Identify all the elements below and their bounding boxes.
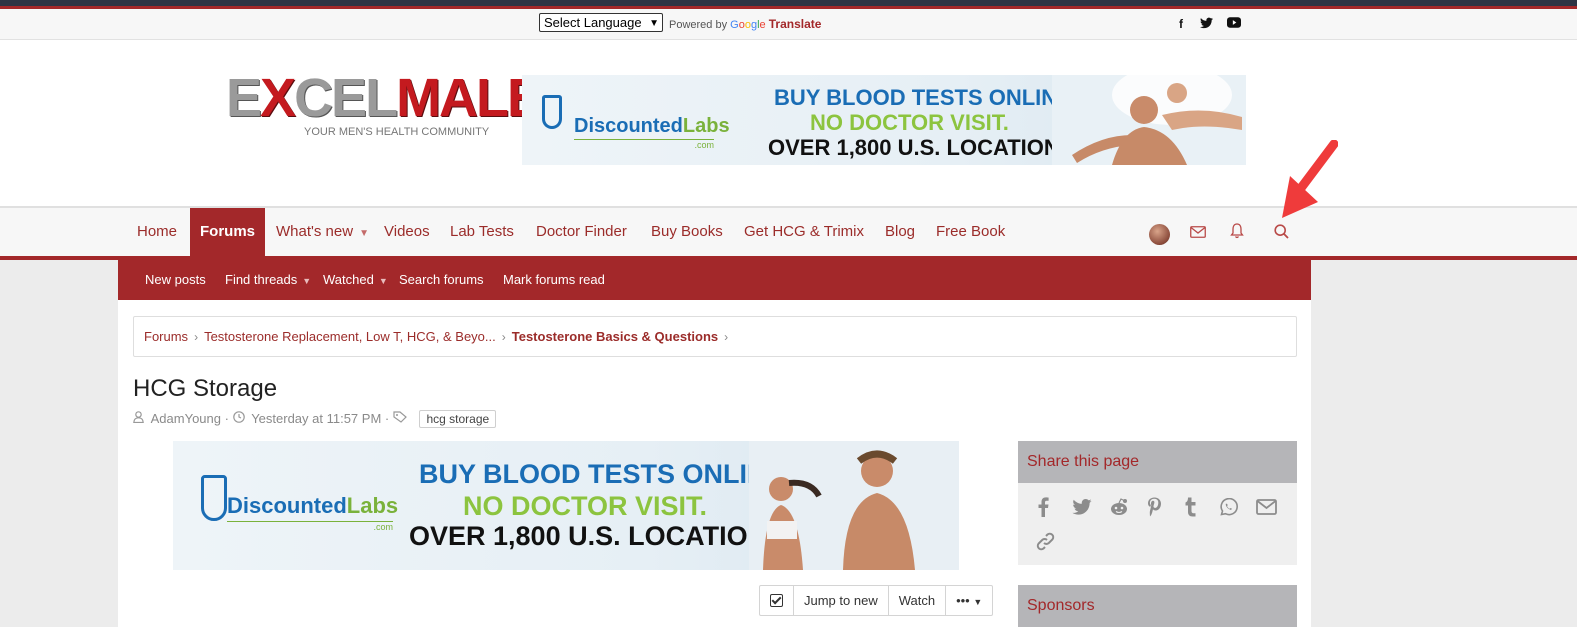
nav-forums[interactable]: Forums bbox=[190, 208, 266, 256]
forum-subnav: New posts Find threads ▼ Watched ▼ Search … bbox=[118, 256, 1311, 300]
logo-tagline: YOUR MEN'S HEALTH COMMUNITY bbox=[304, 126, 490, 138]
ad-line-3: OVER 1,800 U.S. LOCATIONS. bbox=[409, 521, 793, 551]
ad-brand-domain: .com bbox=[227, 521, 393, 532]
flask-icon bbox=[201, 475, 227, 521]
youtube-icon[interactable] bbox=[1227, 17, 1241, 31]
thread-date[interactable]: Yesterday at 11:57 PM bbox=[251, 411, 381, 426]
checkbox-icon bbox=[770, 594, 783, 607]
thread-actions: Jump to new Watch ••• ▼ bbox=[759, 585, 994, 616]
translate-link[interactable]: Translate bbox=[769, 17, 822, 31]
powered-by-google: Powered by Google Translate bbox=[669, 17, 821, 31]
twitter-icon[interactable] bbox=[1072, 499, 1092, 520]
flask-icon bbox=[542, 95, 562, 129]
caret-down-icon[interactable]: ▼ bbox=[359, 228, 369, 239]
more-dots: ••• bbox=[956, 593, 970, 608]
nav-get-hcg-trimix[interactable]: Get HCG & Trimix bbox=[744, 208, 864, 256]
ad-brand: DiscountedLabs bbox=[574, 115, 730, 137]
tumblr-icon[interactable] bbox=[1184, 497, 1197, 522]
email-icon[interactable] bbox=[1256, 499, 1277, 520]
twitter-icon[interactable] bbox=[1200, 17, 1213, 32]
logo-text-male: MALE bbox=[396, 68, 543, 128]
tags-icon bbox=[393, 411, 413, 426]
red-arrow-annotation bbox=[1282, 140, 1338, 218]
watch-button[interactable]: Watch bbox=[889, 586, 947, 615]
subnav-new-posts[interactable]: New posts bbox=[145, 256, 206, 304]
chevron-right-icon: › bbox=[194, 330, 199, 344]
powered-by-label: Powered by bbox=[669, 19, 728, 31]
language-select[interactable]: Select Language ▼ bbox=[539, 13, 663, 32]
site-logo[interactable]: EXCELMALE YOUR MEN'S HEALTH COMMUNITY bbox=[226, 68, 543, 142]
nav-free-book[interactable]: Free Book bbox=[936, 208, 1005, 256]
ad-brand-domain: .com bbox=[574, 139, 714, 150]
thread-tag[interactable]: hcg storage bbox=[419, 410, 497, 428]
subnav-find-threads[interactable]: Find threads ▼ bbox=[225, 256, 311, 305]
google-logo: Google bbox=[730, 19, 766, 31]
ad-brand: DiscountedLabs bbox=[227, 493, 399, 518]
caret-down-icon[interactable]: ▼ bbox=[379, 276, 388, 286]
nav-lab-tests[interactable]: Lab Tests bbox=[450, 208, 514, 256]
breadcrumb-category[interactable]: Testosterone Replacement, Low T, HCG, & … bbox=[204, 329, 496, 344]
breadcrumb: Forums › Testosterone Replacement, Low T, … bbox=[133, 316, 1297, 357]
content-ad-banner[interactable]: DiscountedLabs .com BUY BLOOD TESTS ONLI… bbox=[173, 441, 959, 570]
caret-down-icon: ▼ bbox=[973, 597, 983, 607]
ad-line-1: BUY BLOOD TESTS ONLINE. bbox=[774, 85, 1078, 110]
nav-home[interactable]: Home bbox=[137, 208, 177, 256]
user-avatar[interactable] bbox=[1149, 224, 1170, 245]
subnav-watched[interactable]: Watched ▼ bbox=[323, 256, 388, 305]
nav-doctor-finder[interactable]: Doctor Finder bbox=[536, 208, 627, 256]
thread-meta: AdamYoung · Yesterday at 11:57 PM · hcg … bbox=[133, 410, 497, 428]
nav-whats-new[interactable]: What's new ▼ bbox=[276, 208, 369, 256]
subnav-mark-forums-read[interactable]: Mark forums read bbox=[503, 256, 605, 304]
subnav-search-forums[interactable]: Search forums bbox=[399, 256, 484, 304]
thread-title: HCG Storage bbox=[133, 375, 278, 402]
ad-line-2: NO DOCTOR VISIT. bbox=[810, 110, 1009, 135]
whatsapp-icon[interactable] bbox=[1219, 497, 1238, 522]
reddit-icon[interactable] bbox=[1109, 498, 1129, 521]
translate-bar: Select Language ▼ Powered by Google Tran… bbox=[0, 9, 1577, 40]
pinterest-icon[interactable] bbox=[1147, 497, 1162, 522]
search-icon[interactable] bbox=[1274, 224, 1289, 243]
user-icon bbox=[133, 411, 148, 426]
clock-icon bbox=[232, 411, 249, 426]
breadcrumb-subforum[interactable]: Testosterone Basics & Questions bbox=[512, 329, 718, 344]
thread-author[interactable]: AdamYoung bbox=[151, 411, 221, 426]
logo-letter-e: E bbox=[226, 68, 262, 128]
chevron-down-icon: ▼ bbox=[649, 18, 659, 29]
ad-line-3: OVER 1,800 U.S. LOCATIONS. bbox=[768, 135, 1081, 160]
ad-photo-couple bbox=[1052, 75, 1246, 165]
share-buttons bbox=[1018, 483, 1297, 565]
facebook-icon[interactable] bbox=[1038, 497, 1049, 522]
sponsors-title: Sponsors bbox=[1018, 585, 1297, 627]
ad-line-2: NO DOCTOR VISIT. bbox=[463, 491, 708, 521]
caret-down-icon[interactable]: ▼ bbox=[302, 276, 311, 286]
share-title: Share this page bbox=[1018, 441, 1297, 483]
chevron-right-icon: › bbox=[501, 330, 506, 344]
breadcrumb-forums[interactable]: Forums bbox=[144, 329, 188, 344]
jump-to-new-button[interactable]: Jump to new bbox=[794, 586, 889, 615]
inbox-icon[interactable] bbox=[1190, 225, 1206, 242]
sponsors-block: Sponsors bbox=[1018, 585, 1297, 627]
language-select-label: Select Language bbox=[544, 15, 642, 30]
nav-blog[interactable]: Blog bbox=[885, 208, 915, 256]
select-thread-button[interactable] bbox=[760, 586, 794, 615]
facebook-icon[interactable]: f bbox=[1179, 17, 1183, 31]
header-ad-banner[interactable]: DiscountedLabs .com BUY BLOOD TESTS ONLI… bbox=[522, 75, 1246, 165]
subnav-find-threads-label: Find threads bbox=[225, 272, 298, 287]
nav-whats-new-label: What's new bbox=[276, 223, 354, 240]
logo-letter-x: X bbox=[260, 68, 296, 128]
bell-icon[interactable] bbox=[1230, 223, 1244, 243]
ad-line-1: BUY BLOOD TESTS ONLINE. bbox=[419, 459, 793, 489]
nav-videos[interactable]: Videos bbox=[384, 208, 430, 256]
more-options-button[interactable]: ••• ▼ bbox=[946, 586, 992, 615]
top-strip bbox=[0, 0, 1577, 9]
nav-buy-books[interactable]: Buy Books bbox=[651, 208, 723, 256]
main-navigation: Home Forums What's new ▼ Videos Lab Tests… bbox=[0, 206, 1577, 260]
share-block: Share this page bbox=[1018, 441, 1297, 565]
subnav-watched-label: Watched bbox=[323, 272, 374, 287]
link-icon[interactable] bbox=[1035, 531, 1056, 557]
logo-text-cel: CEL bbox=[294, 68, 398, 128]
ad-photo-runners bbox=[749, 441, 959, 570]
chevron-right-icon: › bbox=[724, 330, 729, 344]
